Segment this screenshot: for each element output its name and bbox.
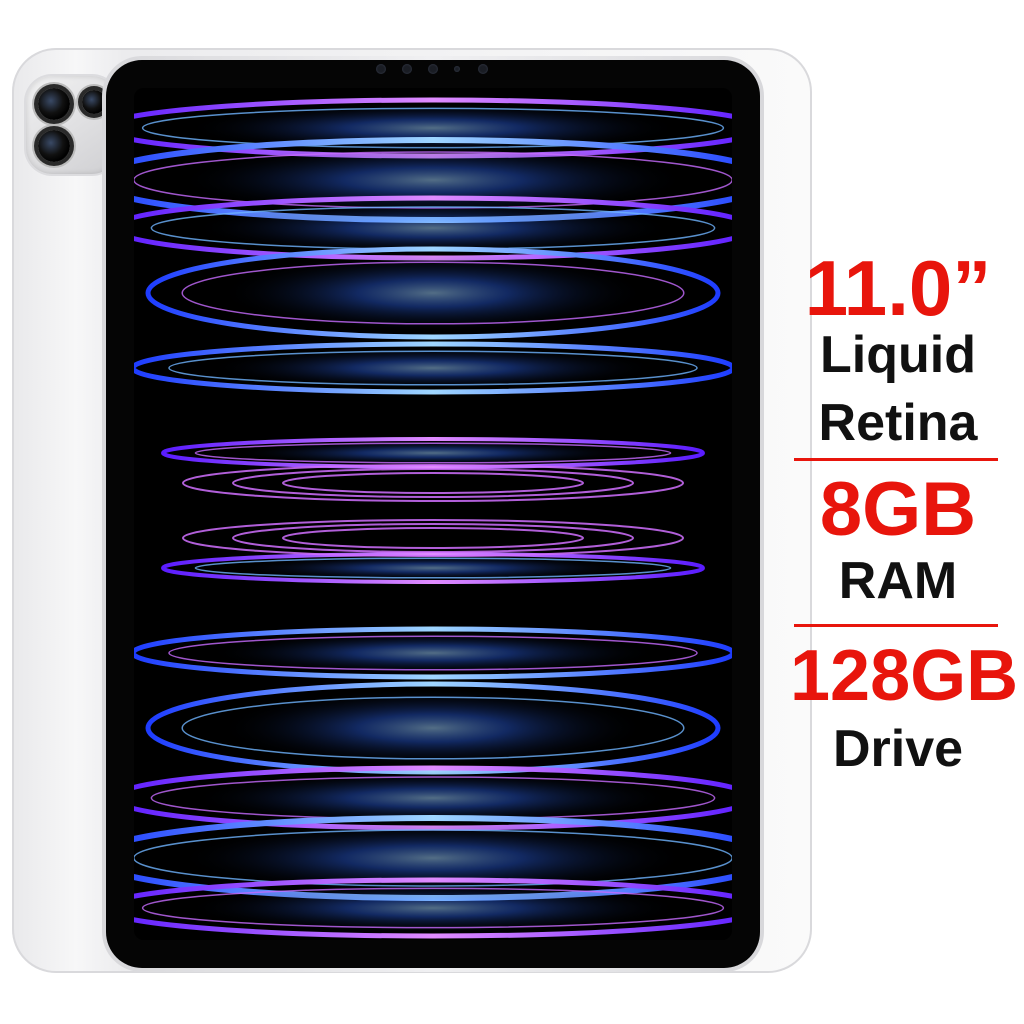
spec-divider [794, 624, 998, 627]
display-size: 11.0” [804, 244, 992, 332]
wallpaper-screen [134, 88, 732, 940]
front-camera-icon [402, 64, 412, 74]
front-camera-icon [478, 64, 488, 74]
front-camera-icon [428, 64, 438, 74]
storage-label: Drive [832, 720, 964, 778]
front-camera-icon [376, 64, 386, 74]
wallpaper-art [134, 88, 732, 940]
camera-lens-icon [38, 130, 70, 162]
display-type-line2: Retina [818, 394, 978, 452]
wave-glow [219, 688, 647, 768]
wave-glow [230, 440, 636, 466]
front-camera-icon [454, 66, 460, 72]
storage-size: 128GB [790, 636, 1019, 716]
ram-size: 8GB [819, 467, 977, 552]
wave-glow [219, 253, 647, 333]
wave-glow [208, 346, 658, 390]
spec-divider [794, 458, 998, 461]
camera-lens-icon [38, 88, 70, 120]
wave-glow [185, 882, 681, 934]
wave-glow [230, 555, 636, 581]
wave-glow [208, 631, 658, 675]
ram-label: RAM [838, 552, 958, 610]
display-type-line1: Liquid [820, 326, 976, 384]
